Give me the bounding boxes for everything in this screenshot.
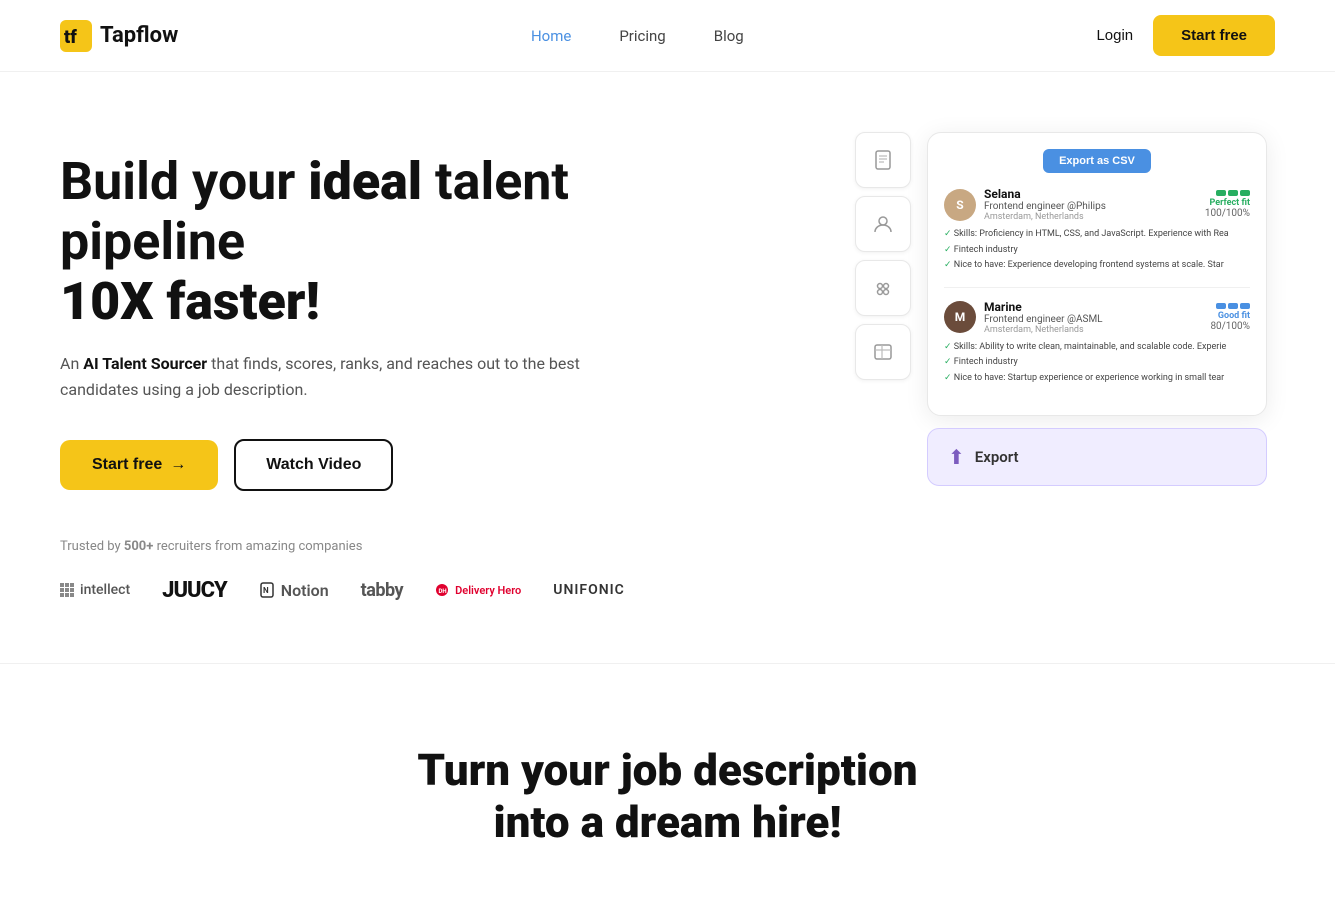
watch-video-button[interactable]: Watch Video	[234, 439, 393, 491]
export-panel[interactable]: ⬆ Export	[927, 428, 1267, 486]
candidate-name-marine: Marine	[984, 300, 1202, 314]
login-button[interactable]: Login	[1096, 27, 1133, 44]
bottom-section: Turn your job description into a dream h…	[0, 663, 1335, 909]
logo-text: Tapflow	[100, 23, 178, 48]
start-free-button[interactable]: Start free →	[60, 440, 218, 490]
candidate-score-selana: Perfect fit 100/100%	[1205, 190, 1250, 219]
nav-home[interactable]: Home	[531, 27, 571, 45]
notion-icon: N	[259, 582, 275, 598]
logo-icon: tf	[60, 20, 92, 52]
svg-text:tf: tf	[64, 27, 77, 48]
nav-pricing[interactable]: Pricing	[619, 27, 665, 45]
candidate-skills-marine: Skills: Ability to write clean, maintain…	[944, 341, 1250, 386]
sidebar-icon-person[interactable]	[855, 196, 911, 252]
table-icon	[872, 341, 894, 363]
candidate-card-selana: S Selana Frontend engineer @Philips Amst…	[944, 187, 1250, 288]
hero-title: Build your ideal talent pipeline 10X fas…	[60, 152, 660, 331]
logo-notion: N Notion	[259, 581, 329, 600]
candidate-location-marine: Amsterdam, Netherlands	[984, 325, 1202, 335]
apps-icon	[872, 277, 894, 299]
bottom-title: Turn your job description into a dream h…	[60, 744, 1275, 850]
nav-actions: Login Start free	[1096, 15, 1275, 56]
hero-mockup: Export as CSV S Selana Frontend engineer…	[855, 132, 1275, 486]
export-csv-button[interactable]: Export as CSV	[1043, 149, 1151, 173]
person-icon	[872, 213, 894, 235]
sidebar-icon-table[interactable]	[855, 324, 911, 380]
hero-title-line2: 10X faster!	[60, 271, 320, 332]
hero-section: Build your ideal talent pipeline 10X fas…	[0, 72, 1335, 663]
delivery-icon: DH	[435, 583, 449, 597]
navbar: tf Tapflow Home Pricing Blog Login Start…	[0, 0, 1335, 72]
logo-juucy: JUUCY	[162, 578, 227, 603]
sidebar-icon-doc[interactable]	[855, 132, 911, 188]
avatar-selana: S	[944, 189, 976, 221]
hero-buttons: Start free → Watch Video	[60, 439, 660, 491]
candidate-role-selana: Frontend engineer @Philips	[984, 201, 1197, 212]
logo[interactable]: tf Tapflow	[60, 20, 178, 52]
export-icon: ⬆	[948, 445, 965, 469]
candidate-name-selana: Selana	[984, 187, 1197, 201]
avatar-marine: M	[944, 301, 976, 333]
candidate-score-marine: Good fit 80/100%	[1210, 303, 1250, 332]
hero-subtitle: An AI Talent Sourcer that finds, scores,…	[60, 351, 580, 402]
logo-tabby: tabby	[361, 580, 403, 601]
intellect-icon	[60, 583, 74, 597]
candidate-card-marine: M Marine Frontend engineer @ASML Amsterd…	[944, 300, 1250, 400]
nav-links: Home Pricing Blog	[531, 27, 744, 45]
company-logos: intellect JUUCY N Notion tabby DH Delive…	[60, 578, 660, 603]
sidebar-icon-apps[interactable]	[855, 260, 911, 316]
nav-blog[interactable]: Blog	[714, 27, 744, 45]
hero-content: Build your ideal talent pipeline 10X fas…	[60, 152, 660, 603]
svg-text:N: N	[263, 586, 269, 595]
nav-start-free-button[interactable]: Start free	[1153, 15, 1275, 56]
candidate-panel: Export as CSV S Selana Frontend engineer…	[927, 132, 1267, 416]
logo-delivery-hero: DH Delivery Hero	[435, 583, 521, 597]
logo-intellect: intellect	[60, 582, 130, 598]
export-label: Export	[975, 448, 1019, 466]
logo-unifonic: UNIFONIC	[553, 582, 625, 598]
sidebar-icons	[855, 132, 911, 380]
candidate-skills-selana: Skills: Proficiency in HTML, CSS, and Ja…	[944, 228, 1250, 273]
candidate-location-selana: Amsterdam, Netherlands	[984, 212, 1197, 222]
trusted-text: Trusted by 500+ recruiters from amazing …	[60, 539, 660, 554]
svg-text:DH: DH	[439, 588, 447, 595]
document-icon	[872, 149, 894, 171]
candidate-role-marine: Frontend engineer @ASML	[984, 314, 1202, 325]
